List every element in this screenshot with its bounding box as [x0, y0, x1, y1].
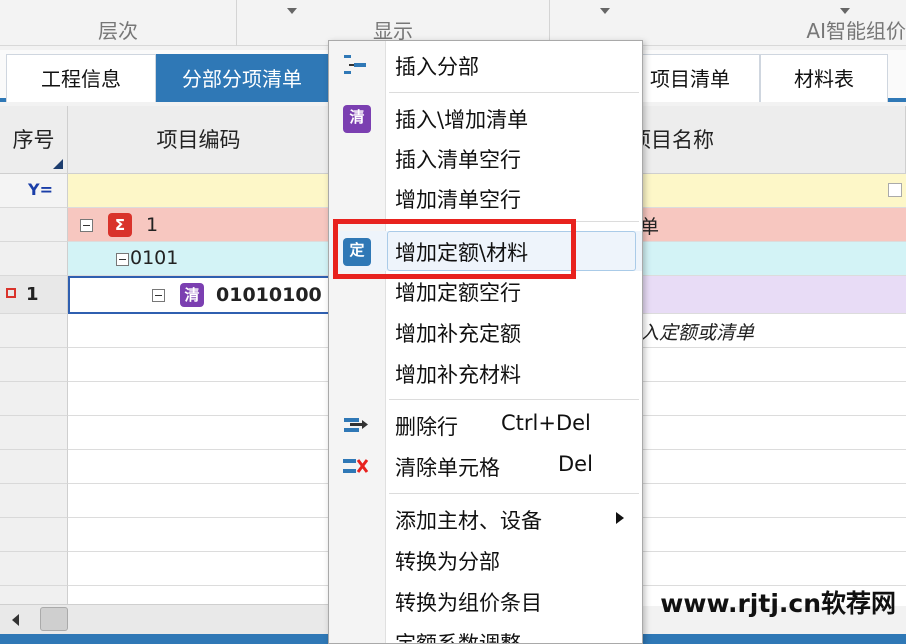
row-number-cell — [0, 586, 68, 606]
menu-item-label: 清除单元格 — [395, 456, 500, 480]
row-seq: 1 — [26, 284, 39, 305]
menu-item-add-supplement-quota[interactable]: 增加补充定额 — [329, 312, 642, 352]
watermark-text: www.rjtj.cn软荐网 — [660, 589, 896, 618]
scroll-thumb[interactable] — [40, 607, 68, 631]
menu-item-convert-to-pricing-entry[interactable]: 转换为组价条目 — [329, 581, 642, 621]
row-number-cell — [0, 382, 68, 416]
menu-separator — [389, 399, 639, 400]
column-header-seq-label: 序号 — [12, 128, 55, 152]
current-row-marker-icon — [6, 288, 16, 298]
menu-item-delete-row[interactable]: 删除行 Ctrl+Del — [329, 405, 642, 445]
menu-item-label: 定额系数调整 — [395, 632, 521, 644]
tab-material-table[interactable]: 材料表 — [760, 54, 888, 102]
menu-separator — [389, 92, 639, 93]
highlight-annotation-box — [333, 219, 576, 279]
menu-item-label: 删除行 — [395, 415, 458, 439]
row-code: 0101 — [130, 247, 179, 269]
menu-item-insert-add-list[interactable]: 清 插入\增加清单 — [329, 98, 642, 138]
row-number-cell — [0, 416, 68, 450]
delete-row-icon — [344, 418, 368, 432]
sort-corner-icon — [53, 159, 63, 169]
qing-list-icon: 清 — [343, 105, 371, 133]
row-name-placeholder: 入定额或清单 — [640, 322, 755, 344]
collapse-toggle-icon[interactable] — [80, 219, 93, 232]
scroll-left-icon[interactable] — [12, 614, 19, 626]
menu-item-label: 增加补充材料 — [395, 363, 521, 387]
clear-cell-icon — [343, 459, 369, 473]
column-header-code-label: 项目编码 — [156, 128, 241, 152]
ribbon-group-level: 层次 — [0, 0, 236, 46]
menu-item-label: 添加主材、设备 — [395, 509, 542, 533]
row-number-cell: 1 — [0, 276, 68, 314]
tab-section-list[interactable]: 分部分项清单 — [156, 54, 328, 102]
dropdown-arrow-icon[interactable] — [840, 8, 850, 14]
collapse-toggle-icon[interactable] — [116, 253, 129, 266]
ribbon-group-ai-label: AI智能组价 — [806, 19, 906, 43]
row-number-cell — [0, 208, 68, 242]
menu-item-add-list-blank-row[interactable]: 增加清单空行 — [329, 178, 642, 218]
menu-item-label: 转换为分部 — [395, 550, 500, 574]
filter-icon[interactable]: Y= — [28, 180, 53, 199]
menu-item-label: 插入\增加清单 — [395, 108, 529, 132]
row-number-cell — [0, 552, 68, 586]
menu-item-shortcut: Del — [558, 452, 593, 476]
menu-separator — [389, 493, 639, 494]
row-code: 01010100 — [216, 284, 322, 306]
menu-item-label: 增加补充定额 — [395, 322, 521, 346]
row-number-cell — [0, 518, 68, 552]
tab-project-info[interactable]: 工程信息 — [6, 54, 156, 102]
qing-badge-icon: 清 — [180, 283, 204, 307]
column-header-code[interactable]: 项目编码 — [68, 106, 330, 174]
row-code: 1 — [146, 214, 159, 236]
menu-item-quota-coefficient-adjust[interactable]: 定额系数调整 — [329, 622, 642, 644]
column-header-seq[interactable]: 序号 — [0, 106, 68, 174]
menu-item-add-main-material-equipment[interactable]: 添加主材、设备 — [329, 499, 642, 539]
menu-item-shortcut: Ctrl+Del — [501, 411, 591, 435]
filter-dropdown-icon[interactable] — [888, 183, 902, 197]
horizontal-scrollbar[interactable] — [0, 604, 330, 634]
menu-item-insert-list-blank-row[interactable]: 插入清单空行 — [329, 138, 642, 178]
menu-item-label: 增加定额空行 — [395, 281, 521, 305]
insert-section-icon — [344, 55, 366, 74]
menu-item-insert-section[interactable]: 插入分部 — [329, 45, 642, 85]
submenu-arrow-icon — [616, 512, 624, 524]
row-number-cell — [0, 450, 68, 484]
row-number-cell — [0, 242, 68, 276]
menu-item-label: 转换为组价条目 — [395, 591, 542, 615]
menu-item-label: 插入分部 — [395, 55, 479, 79]
menu-item-label: 增加清单空行 — [395, 188, 521, 212]
sum-badge-icon: Σ — [108, 213, 132, 237]
filter-row-header: Y= — [0, 174, 68, 208]
menu-item-add-supplement-material[interactable]: 增加补充材料 — [329, 353, 642, 393]
menu-item-label: 插入清单空行 — [395, 148, 521, 172]
menu-item-clear-cell[interactable]: 清除单元格 Del — [329, 446, 642, 486]
row-number-cell — [0, 484, 68, 518]
row-number-cell — [0, 314, 68, 348]
ribbon-group-level-label: 层次 — [98, 19, 138, 43]
row-number-cell — [0, 348, 68, 382]
context-menu: 插入分部 清 插入\增加清单 插入清单空行 增加清单空行 定 增加定额\材料 增… — [328, 40, 643, 644]
menu-item-convert-to-section[interactable]: 转换为分部 — [329, 540, 642, 580]
collapse-toggle-icon[interactable] — [152, 289, 165, 302]
